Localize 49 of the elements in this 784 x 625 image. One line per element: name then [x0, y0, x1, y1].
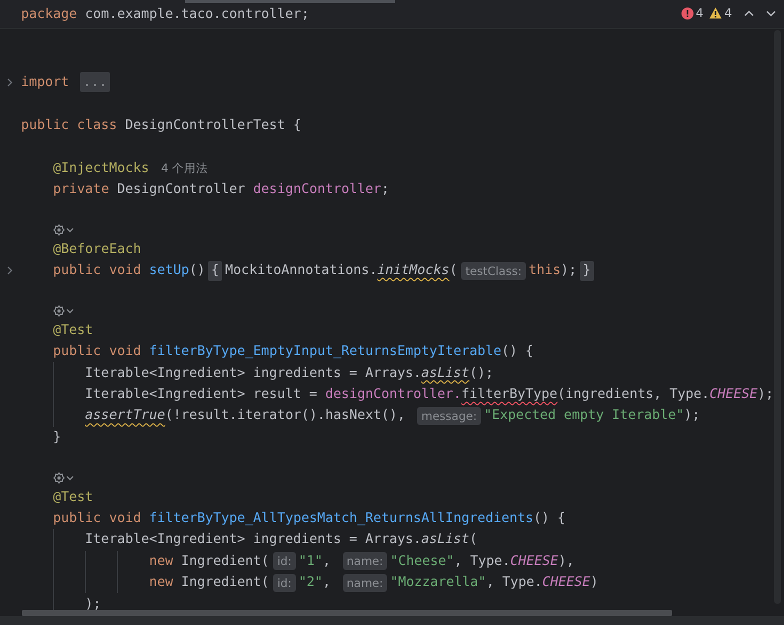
chevron-down-icon[interactable] [766, 10, 776, 16]
horizontal-scrollbar[interactable] [22, 610, 672, 616]
folded-code[interactable]: { [208, 260, 222, 281]
code-text: public void filterByType_EmptyInput_ReturnsEmptyIterable() { [52, 344, 534, 360]
parameter-hint: name: [342, 574, 388, 592]
code-text: MockitoAnnotations.initMocks( [225, 263, 458, 278]
code-text: Iterable<Ingredient> ingredients = Arrays.asList(); [84, 366, 494, 381]
code-text: } [52, 430, 62, 445]
code-text: Iterable<Ingredient> ingredients = Arrays.asList( [84, 532, 478, 548]
folded-code[interactable]: } [580, 260, 594, 281]
code-text: public void setUp() [52, 263, 206, 278]
parameter-hint: id: [273, 574, 296, 592]
code-text: private DesignController designController; [52, 182, 390, 197]
gear-icon[interactable] [53, 305, 65, 318]
usage-hint[interactable]: 4 个用法 [161, 160, 208, 176]
code-text: Iterable<Ingredient> result = designController.filterByType(ingredients, Type.CHEESE); [84, 387, 774, 402]
code-text: this); [528, 263, 577, 278]
code-text: package com.example.taco.controller; [21, 6, 310, 22]
chevron-down-icon[interactable] [66, 227, 74, 234]
code-text: @BeforeEach [52, 242, 142, 257]
code-text: "Cheese", Type.CHEESE), [390, 554, 574, 569]
code-text: new Ingredient( [148, 554, 270, 569]
chevron-up-icon[interactable] [744, 10, 754, 16]
parameter-hint: testClass: [461, 262, 526, 280]
chevron-down-icon[interactable] [66, 308, 74, 314]
code-text: "2", [298, 575, 332, 590]
error-icon [680, 6, 694, 20]
code-text: assertTrue(!result.iterator().hasNext(), [84, 408, 406, 424]
gear-icon[interactable] [53, 224, 65, 236]
warning-icon [709, 7, 722, 19]
code-text: "Expected empty Iterable"); [484, 408, 700, 424]
code-text: public void filterByType_AllTypesMatch_ReturnsAllIngredients() { [52, 511, 566, 526]
gear-icon[interactable] [53, 472, 65, 484]
code-text: "1", [298, 554, 332, 569]
code-text: @InjectMocks [52, 160, 150, 176]
code-text: public class DesignControllerTest { [21, 118, 302, 133]
parameter-hint: name: [342, 552, 388, 570]
code-text: ); [84, 596, 102, 612]
code-text: "Mozzarella", Type.CHEESE) [390, 575, 598, 590]
chevron-down-icon[interactable] [66, 474, 74, 481]
parameter-hint: id: [273, 552, 296, 570]
folded-code[interactable]: ... [80, 72, 110, 92]
parameter-hint: message: [417, 406, 481, 425]
code-text: new Ingredient( [148, 575, 270, 590]
code-text: @Test [52, 490, 94, 505]
warning-count[interactable]: 4 [709, 6, 732, 20]
code-text: @Test [52, 322, 94, 338]
error-count[interactable]: 4 [680, 6, 704, 20]
code-text: import [21, 74, 70, 90]
